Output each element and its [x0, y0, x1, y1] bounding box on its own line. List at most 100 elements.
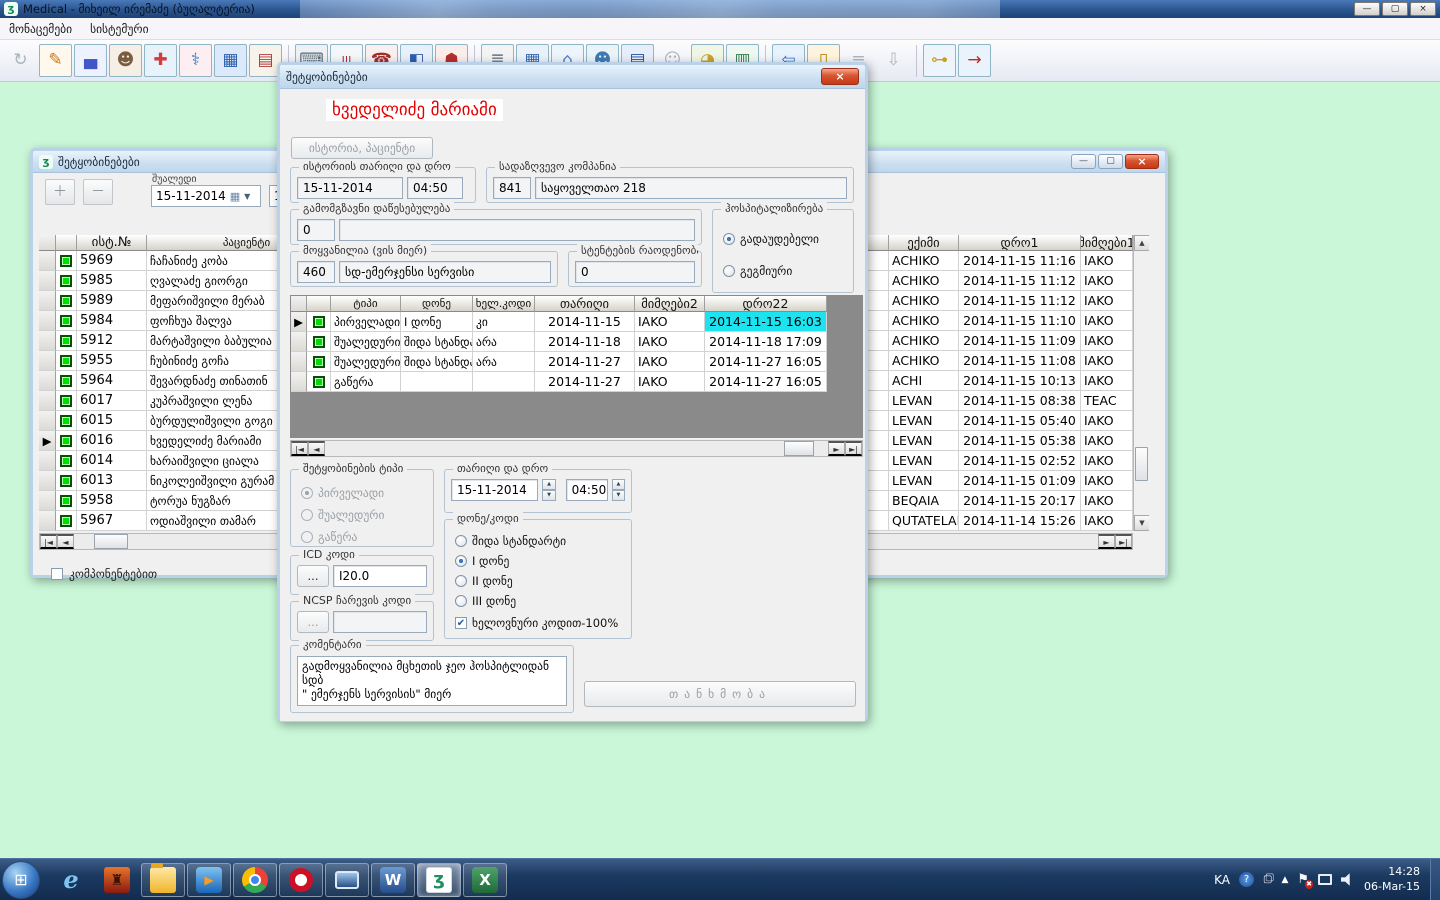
hscroll-right-icon[interactable]: ►	[1098, 534, 1115, 549]
spin-up-icon[interactable]: ▲	[612, 479, 625, 490]
hscroll-last-icon[interactable]: ►|	[845, 441, 862, 456]
maximize-button[interactable]: ▢	[1382, 2, 1408, 16]
header-status[interactable]	[307, 296, 331, 312]
restore-window-tray-icon[interactable]: ▢	[1263, 874, 1272, 885]
network-icon[interactable]	[1318, 874, 1332, 885]
keys-button[interactable]: ⊶	[923, 44, 956, 77]
header-level[interactable]: დონე	[401, 296, 473, 312]
hscroll-thumb[interactable]	[784, 441, 814, 456]
brought-by-code-field[interactable]: 460	[297, 261, 335, 283]
header-receiver2[interactable]: მიმღები2	[635, 296, 705, 312]
radio-level-3[interactable]: III დონე	[455, 594, 516, 608]
remove-record-button[interactable]: －	[83, 179, 113, 205]
header-hist-number[interactable]: ისტ.№	[77, 235, 147, 251]
date-spinner-field[interactable]: 15-11-2014	[451, 479, 538, 501]
brought-by-name-field[interactable]: სდ-ემერჯენსი სერვისი	[339, 261, 551, 283]
hscroll-left-icon[interactable]: ◄	[308, 441, 325, 456]
action-center-icon[interactable]: ⚑	[1297, 872, 1309, 887]
scroll-up-icon[interactable]: ▲	[1134, 235, 1149, 251]
bgw-minimize-button[interactable]: —	[1071, 154, 1096, 169]
dialog-close-button[interactable]: ×	[821, 68, 859, 85]
history-date-field[interactable]: 15-11-2014	[297, 177, 403, 199]
taskbar-opera[interactable]	[279, 863, 323, 897]
date-spinner[interactable]: ▲ ▼	[542, 479, 555, 501]
exit-door-button[interactable]: →	[958, 44, 991, 77]
components-checkbox-row[interactable]: კომპონენტებით	[51, 567, 157, 581]
header-time1[interactable]: დრო1	[959, 235, 1081, 251]
hscroll-last-icon[interactable]: ►|	[1115, 534, 1132, 549]
ncsp-code-field[interactable]	[333, 611, 427, 633]
hscroll-first-icon[interactable]: |◄	[291, 441, 308, 456]
radio-planned-icon[interactable]	[723, 265, 735, 277]
header-type[interactable]: ტიპი	[331, 296, 401, 312]
manual-code-checkbox-row[interactable]: ✔ ხელოვნური კოდით-100%	[455, 616, 618, 630]
help-tray-icon[interactable]: ?	[1239, 872, 1254, 887]
taskbar-media-player[interactable]: ▶	[187, 863, 231, 897]
radio-level-2-icon[interactable]	[455, 575, 467, 587]
manual-code-checkbox[interactable]: ✔	[455, 617, 467, 629]
radio-urgent-icon[interactable]	[723, 233, 735, 245]
taskbar-excel[interactable]: X	[463, 863, 507, 897]
comment-textarea[interactable]: გადმოყვანილია მცხეთის ჯეო ჰოსპიტლიდან სდ…	[297, 656, 567, 706]
sender-name-field[interactable]	[339, 219, 695, 241]
spin-up-icon[interactable]: ▲	[542, 479, 555, 490]
header-hand-code[interactable]: ხელ.კოდი	[473, 296, 535, 312]
table-row[interactable]: გაწერა2014-11-27IAKO2014-11-27 16:05	[291, 372, 862, 392]
period-date-picker[interactable]: 15-11-2014 ▦ ▼	[151, 185, 261, 207]
radio-level-1-icon[interactable]	[455, 555, 467, 567]
header-doctor[interactable]: ექიმი	[889, 235, 959, 251]
hscroll-track[interactable]	[325, 441, 828, 456]
table-row[interactable]: ▶პირველადიI დონეკი2014-11-15IAKO2014-11-…	[291, 312, 862, 332]
volume-icon[interactable]	[1341, 873, 1355, 887]
taskbar-ie[interactable]: e	[49, 863, 93, 897]
radio-level-3-icon[interactable]	[455, 595, 467, 607]
bgw-close-button[interactable]: ×	[1125, 154, 1159, 169]
show-desktop-button[interactable]	[1430, 859, 1440, 900]
radio-urgent[interactable]: გადაუდებელი	[723, 232, 819, 246]
header-receiver1[interactable]: მიმღები1	[1081, 235, 1133, 251]
menu-data[interactable]: მონაცემები	[0, 19, 81, 39]
header-date[interactable]: თარიღი	[535, 296, 635, 312]
radio-internal-standard[interactable]: შიდა სტანდარტი	[455, 534, 566, 548]
hidden-icons-icon[interactable]: ▲	[1281, 875, 1288, 885]
close-button[interactable]: ×	[1410, 2, 1436, 16]
radio-level-1[interactable]: I დონე	[455, 554, 509, 568]
hscroll-left-icon[interactable]: ◄	[57, 534, 74, 549]
spin-down-icon[interactable]: ▼	[542, 490, 555, 501]
spin-down-icon[interactable]: ▼	[612, 490, 625, 501]
radio-level-2[interactable]: II დონე	[455, 574, 513, 588]
insurance-code-field[interactable]: 841	[493, 177, 531, 199]
menu-system[interactable]: სისტემური	[81, 19, 157, 39]
clock[interactable]: 14:28 06-Mar-15	[1364, 865, 1420, 895]
taskbar-fire-tower[interactable]: ♜	[95, 863, 139, 897]
table-row[interactable]: შუალედურიშიდა სტანდარტიარა2014-11-27IAKO…	[291, 352, 862, 372]
time-spinner[interactable]: ▲ ▼	[612, 479, 625, 501]
history-time-field[interactable]: 04:50	[407, 177, 463, 199]
taskbar-explorer[interactable]	[141, 863, 185, 897]
radio-planned[interactable]: გეგმიური	[723, 264, 792, 278]
nurse-button[interactable]: ⚕	[179, 44, 212, 77]
stents-count-field[interactable]: 0	[575, 261, 695, 283]
table-row[interactable]: შუალედურიშიდა სტანდარტიარა2014-11-18IAKO…	[291, 332, 862, 352]
bed-button[interactable]: ▄	[74, 44, 107, 77]
taskbar-chrome[interactable]	[233, 863, 277, 897]
icd-browse-button[interactable]: ...	[297, 565, 329, 587]
start-button[interactable]: ⊞	[2, 861, 40, 899]
time-spinner-field[interactable]: 04:50	[566, 479, 608, 501]
taskbar-remote-desktop[interactable]	[325, 863, 369, 897]
minimize-button[interactable]: —	[1354, 2, 1380, 16]
taskbar-word[interactable]: W	[371, 863, 415, 897]
xray-button[interactable]: ▦	[214, 44, 247, 77]
taskbar-medical-app[interactable]: ʒ	[417, 863, 461, 897]
sender-code-field[interactable]: 0	[297, 219, 335, 241]
scroll-down-icon[interactable]: ▼	[1134, 515, 1149, 531]
hscroll-thumb[interactable]	[94, 534, 128, 549]
messages-grid-hscrollbar[interactable]: |◄ ◄ ► ►|	[290, 440, 863, 457]
components-checkbox[interactable]	[51, 568, 63, 580]
hscroll-right-icon[interactable]: ►	[828, 441, 845, 456]
pharmacy-box-button[interactable]: ✚	[144, 44, 177, 77]
language-indicator[interactable]: KA	[1214, 873, 1230, 887]
vscroll-thumb[interactable]	[1135, 447, 1148, 481]
radio-internal-standard-icon[interactable]	[455, 535, 467, 547]
patient-button[interactable]: ☻	[109, 44, 142, 77]
